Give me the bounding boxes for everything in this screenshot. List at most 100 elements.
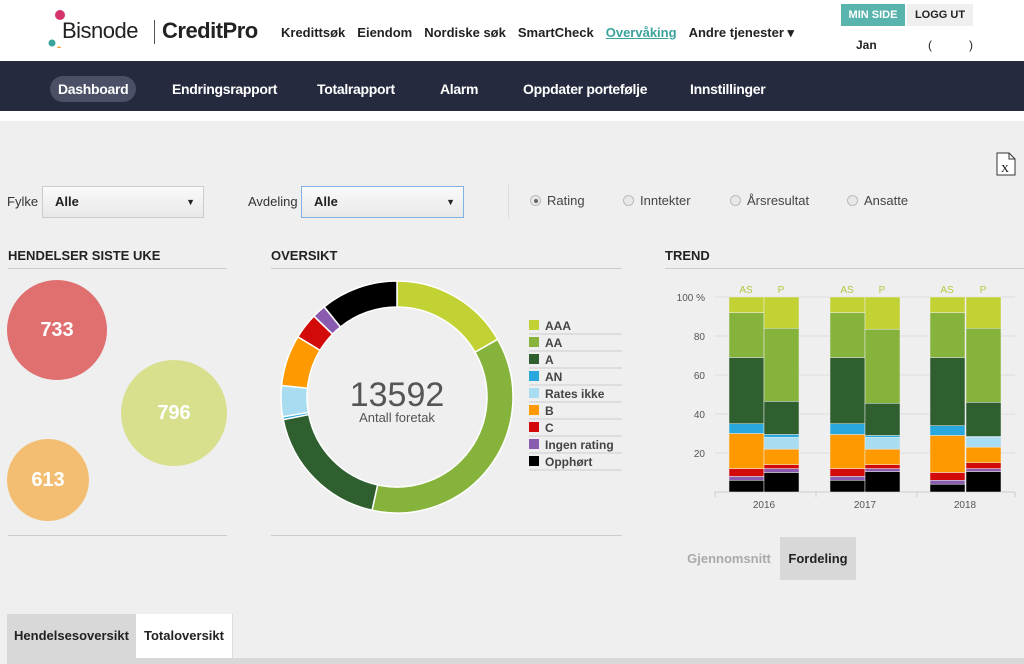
excel-file-icon[interactable]: X <box>995 152 1017 176</box>
radio-option[interactable]: Rating <box>530 193 585 208</box>
bar-segment[interactable] <box>929 296 966 313</box>
bar-segment[interactable] <box>864 471 901 493</box>
nav-item[interactable]: Totalrapport <box>309 76 403 102</box>
tab-fordeling[interactable]: Fordeling <box>780 537 856 580</box>
legend-swatch <box>529 388 539 398</box>
bar-segment[interactable] <box>929 483 966 493</box>
tab-gjennomsnitt[interactable]: Gjennomsnitt <box>683 537 775 580</box>
bar-segment[interactable] <box>929 480 966 485</box>
product-logo[interactable]: CreditPro <box>162 18 258 44</box>
nav-item[interactable]: Endringsrapport <box>164 76 285 102</box>
topnav-item[interactable]: Andre tjenester ▾ <box>689 25 795 41</box>
bar-segment[interactable] <box>929 425 966 436</box>
bar-segment[interactable] <box>829 423 866 435</box>
bar-segment[interactable] <box>864 464 901 469</box>
bar-segment[interactable] <box>965 471 1002 493</box>
radio-option[interactable]: Ansatte <box>847 193 908 208</box>
donut-slice[interactable] <box>371 338 514 514</box>
avdeling-value: Alle <box>314 194 338 209</box>
bar-segment[interactable] <box>763 434 800 438</box>
logout-button[interactable]: LOGG UT <box>907 4 973 26</box>
legend-swatch <box>529 320 539 330</box>
bar-segment[interactable] <box>829 357 866 424</box>
bar-segment[interactable] <box>763 464 800 469</box>
bar-segment[interactable] <box>763 472 800 493</box>
bar-segment[interactable] <box>965 468 1002 472</box>
bar-segment[interactable] <box>763 437 800 450</box>
bar-segment[interactable] <box>763 401 800 435</box>
topnav-item[interactable]: Nordiske søk <box>424 25 506 41</box>
radio-option[interactable]: Årsresultat <box>730 193 809 208</box>
events-bubble[interactable]: 613 <box>7 439 89 521</box>
bar-segment[interactable] <box>829 434 866 469</box>
topnav-item[interactable]: Eiendom <box>357 25 412 41</box>
bar-segment[interactable] <box>965 462 1002 469</box>
y-tick-label: 80 <box>694 332 706 343</box>
radio-icon[interactable] <box>730 195 741 206</box>
donut-slice[interactable] <box>396 280 499 354</box>
bar-segment[interactable] <box>829 468 866 477</box>
radio-label: Ansatte <box>864 193 909 208</box>
bar-segment[interactable] <box>965 327 1002 403</box>
nav-item[interactable]: Alarm <box>432 76 486 102</box>
bar-segment[interactable] <box>829 480 866 493</box>
bar-segment[interactable] <box>864 435 901 438</box>
avdeling-select[interactable]: Alle ▼ <box>301 186 464 218</box>
bar-segment[interactable] <box>864 296 901 330</box>
bar-segment[interactable] <box>728 423 765 434</box>
nav-item[interactable]: Dashboard <box>50 76 137 102</box>
radio-icon[interactable] <box>530 195 541 206</box>
bar-segment[interactable] <box>965 437 1002 448</box>
legend-swatch <box>529 439 539 449</box>
bar-segment[interactable] <box>965 402 1002 437</box>
legend-swatch <box>529 405 539 415</box>
bar-segment[interactable] <box>965 296 1002 329</box>
bar-segment[interactable] <box>864 448 901 465</box>
bar-segment[interactable] <box>864 468 901 472</box>
bar-segment[interactable] <box>929 357 966 426</box>
bar-segment[interactable] <box>728 296 765 313</box>
tab-hendelsesoversikt[interactable]: Hendelsesoversikt <box>7 614 136 658</box>
tab-totaloversikt[interactable]: Totaloversikt <box>136 614 233 658</box>
bar-segment[interactable] <box>829 312 866 358</box>
topnav-item[interactable]: Overvåking <box>606 25 677 41</box>
bar-segment[interactable] <box>763 327 800 402</box>
bar-segment[interactable] <box>929 435 966 473</box>
events-bubble[interactable]: 733 <box>7 280 107 380</box>
nav-strip <box>0 111 1024 121</box>
bar-segment[interactable] <box>763 448 800 465</box>
bar-segment[interactable] <box>728 357 765 424</box>
bar-segment[interactable] <box>829 296 866 313</box>
bar-segment[interactable] <box>864 403 901 436</box>
radio-icon[interactable] <box>623 195 634 206</box>
donut-slice[interactable] <box>282 413 379 512</box>
bar-segment[interactable] <box>728 480 765 493</box>
topnav-item[interactable]: SmartCheck <box>518 25 594 41</box>
nav-item[interactable]: Oppdater portefølje <box>515 76 655 102</box>
bar-segment[interactable] <box>763 468 800 473</box>
radio-icon[interactable] <box>847 195 858 206</box>
bar-segment[interactable] <box>929 312 966 358</box>
bar-segment[interactable] <box>728 433 765 469</box>
trend-title: TREND <box>665 248 1024 269</box>
bar-segment[interactable] <box>829 476 866 481</box>
bar-segment[interactable] <box>965 446 1002 463</box>
events-bubble[interactable]: 796 <box>121 360 227 466</box>
min-side-button[interactable]: MIN SIDE <box>841 4 905 26</box>
radio-option[interactable]: Inntekter <box>623 193 691 208</box>
bar-segment[interactable] <box>728 468 765 477</box>
bar-segment[interactable] <box>864 437 901 450</box>
y-tick-label: 40 <box>694 410 706 421</box>
radio-label: Inntekter <box>640 193 691 208</box>
bar-segment[interactable] <box>864 328 901 404</box>
bar-segment[interactable] <box>929 472 966 481</box>
bar-segment[interactable] <box>728 476 765 481</box>
donut-slice[interactable] <box>323 280 398 329</box>
bar-segment[interactable] <box>763 296 800 329</box>
nav-item[interactable]: Innstillinger <box>682 76 773 102</box>
topnav-item[interactable]: Kredittsøk <box>281 25 345 41</box>
bar-segment[interactable] <box>728 312 765 358</box>
brand-logo[interactable]: Bisnode <box>62 18 139 44</box>
fylke-select[interactable]: Alle ▼ <box>42 186 204 218</box>
donut-slice[interactable] <box>280 384 310 418</box>
